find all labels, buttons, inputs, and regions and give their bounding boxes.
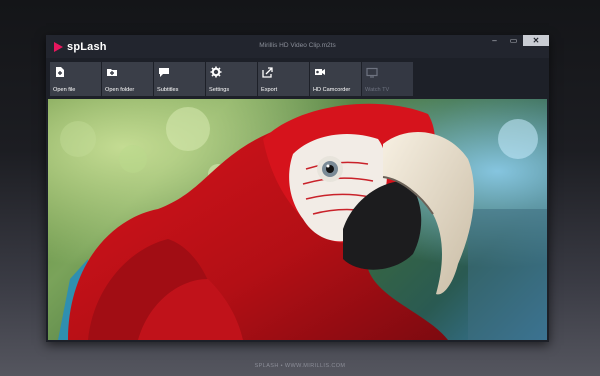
hd-camcorder-button[interactable]: HD Camcorder <box>310 62 361 96</box>
export-button[interactable]: Export <box>258 62 309 96</box>
open-file-button[interactable]: Open file <box>50 62 101 96</box>
toolbar: Open file Open folder Subtitles Settings <box>50 62 545 96</box>
player-window: spLash Mirillis HD Video Clip.m2ts – ▭ ✕… <box>46 35 549 342</box>
subtitles-icon <box>159 68 169 77</box>
subtitles-label: Subtitles <box>157 87 179 93</box>
window-title: Mirillis HD Video Clip.m2ts <box>259 42 336 49</box>
camcorder-icon <box>315 69 325 75</box>
close-button[interactable]: ✕ <box>523 35 549 46</box>
footer-brand: SPLASH • WWW.MIRILLIS.COM <box>254 363 346 369</box>
open-folder-icon <box>107 69 117 76</box>
export-label: Export <box>261 87 278 93</box>
open-folder-button[interactable]: Open folder <box>102 62 153 96</box>
open-file-label: Open file <box>53 87 76 93</box>
gear-icon <box>210 66 222 78</box>
open-folder-label: Open folder <box>105 87 135 93</box>
video-frame[interactable] <box>48 99 547 340</box>
hd-camcorder-label: HD Camcorder <box>313 87 351 93</box>
export-icon <box>262 67 273 78</box>
minimize-button[interactable]: – <box>485 35 504 46</box>
watch-tv-button[interactable]: Watch TV <box>362 62 413 96</box>
watch-tv-label: Watch TV <box>365 87 390 93</box>
title-bar[interactable]: spLash Mirillis HD Video Clip.m2ts – ▭ ✕ <box>46 35 549 58</box>
tv-icon <box>366 67 378 78</box>
subtitles-button[interactable]: Subtitles <box>154 62 205 96</box>
maximize-button[interactable]: ▭ <box>504 35 523 46</box>
window-controls: – ▭ ✕ <box>485 35 549 48</box>
settings-label: Settings <box>209 87 230 93</box>
video-frame-parrot <box>48 99 547 340</box>
open-file-icon <box>56 67 64 77</box>
settings-button[interactable]: Settings <box>206 62 257 96</box>
